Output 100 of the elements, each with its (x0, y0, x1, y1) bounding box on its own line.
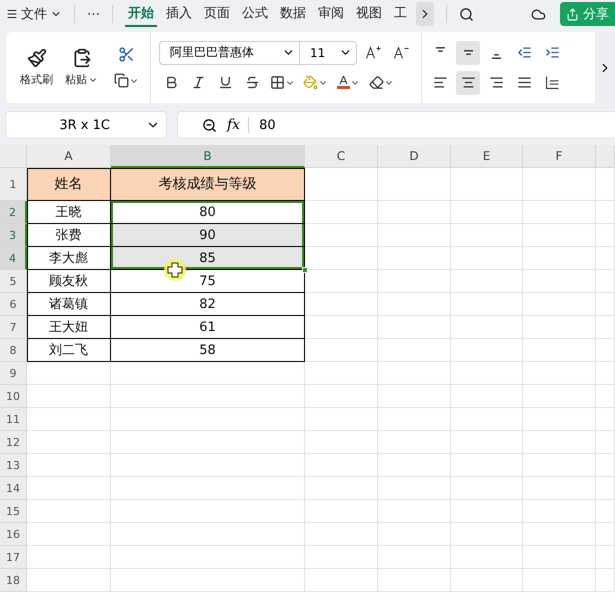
fill-handle[interactable] (302, 267, 308, 273)
row-header[interactable]: 14 (0, 477, 27, 500)
grid-cell[interactable] (596, 569, 615, 592)
grid-cell[interactable] (111, 408, 305, 431)
grid-cell[interactable] (596, 293, 615, 316)
ribbon-tab[interactable]: 开始 (125, 1, 157, 27)
grid-cell[interactable] (27, 546, 111, 569)
grid-cell[interactable] (305, 385, 378, 408)
grid-cell[interactable] (523, 224, 596, 247)
ribbon-tab[interactable]: 页面 (201, 1, 233, 27)
row-header[interactable]: 9 (0, 362, 27, 385)
grid-cell[interactable] (596, 546, 615, 569)
grid-cell[interactable] (111, 569, 305, 592)
grid-cell[interactable] (378, 316, 451, 339)
grid-cell[interactable] (596, 247, 615, 270)
grid-cell[interactable] (451, 362, 523, 385)
grid-cell[interactable] (27, 431, 111, 454)
grid-cell[interactable] (378, 500, 451, 523)
grid-cell[interactable] (305, 201, 378, 224)
grid-cell[interactable] (596, 201, 615, 224)
grid-cell[interactable] (27, 569, 111, 592)
grid-cell[interactable] (305, 523, 378, 546)
row-header[interactable]: 18 (0, 569, 27, 592)
grid-cell[interactable] (523, 477, 596, 500)
file-menu[interactable]: 文件 (6, 5, 62, 23)
grid-cell[interactable] (596, 339, 615, 362)
more-menu[interactable]: ⋯ (87, 6, 100, 22)
row-header[interactable]: 5 (0, 270, 27, 293)
grid-cell[interactable] (305, 362, 378, 385)
row-header[interactable]: 1 (0, 168, 27, 201)
row-header[interactable]: 12 (0, 431, 27, 454)
column-header[interactable]: D (378, 145, 451, 168)
grid-cell[interactable] (596, 454, 615, 477)
grid-cell[interactable] (523, 201, 596, 224)
name-box[interactable]: 3R x 1C (5, 111, 167, 139)
column-header[interactable] (596, 145, 615, 168)
grid-cell[interactable] (27, 385, 111, 408)
grid-cell[interactable] (451, 201, 523, 224)
grid-cell[interactable] (305, 408, 378, 431)
grid-cell[interactable] (451, 431, 523, 454)
grid-cell[interactable] (305, 569, 378, 592)
row-header[interactable]: 3 (0, 224, 27, 247)
grid-cell[interactable] (451, 546, 523, 569)
grid-cell[interactable] (305, 454, 378, 477)
grid-cell[interactable] (523, 293, 596, 316)
grid-cell[interactable] (596, 316, 615, 339)
grid-cell[interactable] (27, 362, 111, 385)
grid-cell[interactable] (305, 168, 378, 201)
grid-cell[interactable] (451, 224, 523, 247)
scroll-right-button[interactable] (416, 2, 434, 26)
grid-cell[interactable] (305, 339, 378, 362)
grid-cell[interactable] (523, 270, 596, 293)
grid-cell[interactable] (596, 362, 615, 385)
grid-cell[interactable] (305, 270, 378, 293)
ribbon-tab[interactable]: 公式 (239, 1, 271, 27)
grid-cell[interactable] (451, 569, 523, 592)
grid-cell[interactable] (378, 546, 451, 569)
paste-button[interactable]: 粘贴 (65, 48, 98, 87)
grid-cell[interactable] (523, 523, 596, 546)
row-header[interactable]: 10 (0, 385, 27, 408)
grid-cell[interactable] (596, 523, 615, 546)
grid-cell[interactable] (305, 431, 378, 454)
grid-cell[interactable] (378, 168, 451, 201)
grid-cell[interactable] (111, 477, 305, 500)
grid-cell[interactable] (523, 408, 596, 431)
grid-cell[interactable] (378, 385, 451, 408)
row-header[interactable]: 2 (0, 201, 27, 224)
grid-cell[interactable] (596, 224, 615, 247)
function-label[interactable]: fx (227, 117, 250, 133)
format-painter-button[interactable]: 格式刷 (20, 48, 53, 87)
grid-cell[interactable] (451, 270, 523, 293)
grid-cell[interactable] (451, 454, 523, 477)
grid-cell[interactable] (378, 201, 451, 224)
grid-cell[interactable] (27, 500, 111, 523)
grid-cell[interactable] (111, 454, 305, 477)
grid-cell[interactable] (451, 247, 523, 270)
zoom-out-icon[interactable] (202, 118, 217, 132)
column-header[interactable]: B (111, 145, 305, 168)
grid-cell[interactable] (305, 546, 378, 569)
grid-cell[interactable] (305, 224, 378, 247)
grid-cell[interactable] (378, 523, 451, 546)
grid-cell[interactable] (523, 500, 596, 523)
grid-cell[interactable] (378, 408, 451, 431)
ribbon-tab[interactable]: 数据 (277, 1, 309, 27)
grid-cell[interactable] (378, 454, 451, 477)
grid-cell[interactable] (451, 385, 523, 408)
column-header[interactable]: A (27, 145, 111, 168)
font-size-dropdown[interactable]: 11 (300, 42, 356, 64)
grid-cell[interactable] (111, 546, 305, 569)
grid-cell[interactable] (596, 270, 615, 293)
grid-cell[interactable] (111, 385, 305, 408)
grid-cell[interactable] (523, 431, 596, 454)
grid-cell[interactable] (451, 293, 523, 316)
grid-cell[interactable] (523, 339, 596, 362)
grid-cell[interactable] (451, 500, 523, 523)
column-header[interactable]: E (451, 145, 523, 168)
select-all-corner[interactable] (0, 145, 27, 168)
align-button[interactable] (456, 70, 480, 94)
row-header[interactable]: 8 (0, 339, 27, 362)
grid-cell[interactable] (451, 408, 523, 431)
